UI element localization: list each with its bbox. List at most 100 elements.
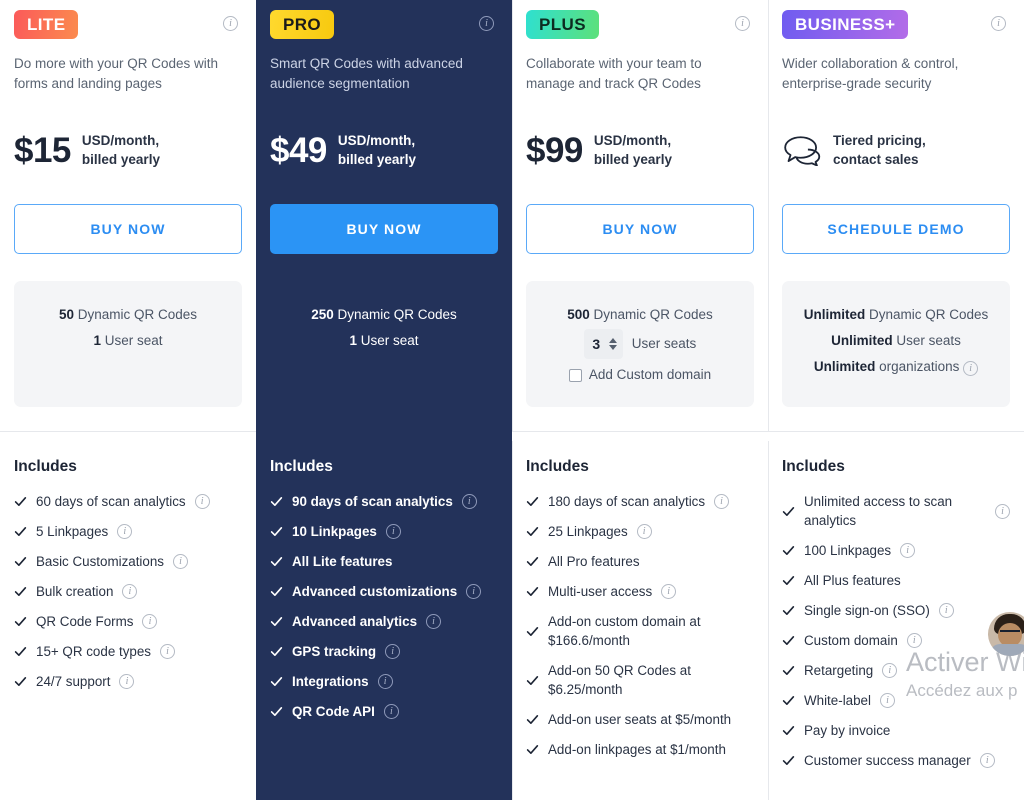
check-icon [526,555,539,568]
feature-item: 15+ QR code types i [14,642,242,661]
user-seats-value: 3 [592,336,601,352]
quota-info-icon[interactable]: i [963,361,979,376]
plan-badge-pro: PRO [270,10,335,39]
feature-item: 60 days of scan analytics i [14,492,242,511]
price-note: USD/month, billed yearly [338,131,416,169]
plan-info-icon[interactable]: i [223,16,238,31]
feature-info-icon[interactable]: i [938,603,954,618]
feature-info-icon[interactable]: i [466,584,482,599]
feature-info-icon[interactable]: i [122,584,138,599]
cta-button-lite[interactable]: BUY NOW [14,204,242,254]
feature-info-icon[interactable]: i [160,644,176,659]
plan-description: Collaborate with your team to manage and… [526,56,702,91]
user-seats-stepper[interactable]: 3 [583,329,623,359]
chevron-down-icon[interactable] [608,345,617,350]
feature-info-icon[interactable]: i [714,494,730,509]
feature-item: Custom domain i [782,631,1010,650]
price-note: USD/month, billed yearly [594,131,672,169]
price-note-line2: billed yearly [337,152,416,167]
check-icon [782,754,795,767]
chevron-up-icon[interactable] [608,338,617,343]
feature-item: QR Code API i [270,702,498,721]
feature-info-icon[interactable]: i [882,663,898,678]
plan-badge-lite: LITE [14,10,79,39]
check-icon [14,525,27,538]
feature-label: Advanced customizations [292,584,458,599]
feature-info-icon[interactable]: i [383,704,399,719]
includes-title: Includes [270,458,333,475]
quota-label: User seat [356,333,419,348]
feature-info-icon[interactable]: i [900,543,916,558]
custom-domain-row[interactable]: Add Custom domain [536,362,744,388]
feature-item: 90 days of scan analytics i [270,492,498,511]
feature-item: Bulk creation i [14,582,242,601]
speech-bubbles-icon [782,134,822,167]
feature-info-icon[interactable]: i [906,633,922,648]
cta-button-pro[interactable]: BUY NOW [270,204,498,254]
plan-description: Do more with your QR Codes with forms an… [14,56,219,91]
price-note: USD/month, billed yearly [82,131,160,169]
feature-info-icon[interactable]: i [426,614,442,629]
feature-item: 25 Linkpages i [526,522,754,541]
plan-info-icon[interactable]: i [991,16,1006,31]
feature-label: All Plus features [804,573,901,588]
price-row: $49 USD/month, billed yearly [270,131,416,169]
feature-item: All Pro features [526,552,754,571]
check-icon [14,555,27,568]
cta-button-business[interactable]: SCHEDULE DEMO [782,204,1010,254]
stepper-arrows[interactable] [608,338,617,350]
feature-item: 100 Linkpages i [782,541,1010,560]
feature-info-icon[interactable]: i [636,524,652,539]
feature-info-icon[interactable]: i [117,524,133,539]
feature-info-icon[interactable]: i [661,584,677,599]
feature-label: Add-on 50 QR Codes at $6.25/month [548,663,691,697]
feature-item: Unlimited access to scan analytics i [782,492,1010,530]
quota-line: 1 User seat [24,328,232,354]
custom-domain-checkbox[interactable] [568,368,582,382]
quota-label: User seats [892,333,961,348]
check-icon [526,495,539,508]
quota-value: Unlimited [803,307,866,322]
cta-button-plus[interactable]: BUY NOW [526,204,754,254]
feature-info-icon[interactable]: i [173,554,189,569]
feature-label: Add-on custom domain at $166.6/month [548,614,701,648]
feature-info-icon[interactable]: i [385,524,401,539]
badge-row: PRO i [270,10,498,40]
feature-item: 5 Linkpages i [14,522,242,541]
price-row: $15 USD/month, billed yearly [14,131,160,169]
feature-label: Add-on linkpages at $1/month [548,742,726,757]
feature-label: All Pro features [548,554,640,569]
price-note-line1: Tiered pricing, [833,133,926,148]
check-icon [526,625,539,638]
feature-info-icon[interactable]: i [995,503,1010,519]
badge-row: BUSINESS+ i [782,10,1010,40]
feature-info-icon[interactable]: i [119,674,135,689]
feature-info-icon[interactable]: i [461,494,477,509]
pricing-table: LITE i Do more with your QR Codes with for… [0,0,1024,800]
support-chat-avatar[interactable] [988,612,1024,656]
avatar-glasses-icon [1000,630,1020,636]
check-icon [526,713,539,726]
quota-label: Dynamic QR Codes [333,307,457,322]
plan-column-plus: PLUS i Collaborate with your team to manag… [512,0,768,800]
feature-label: All Lite features [292,554,393,569]
plan-info-icon[interactable]: i [735,16,750,31]
feature-item: Add-on custom domain at $166.6/month [526,612,754,650]
feature-info-icon[interactable]: i [879,693,895,708]
feature-info-icon[interactable]: i [194,494,210,509]
plan-badge-business: BUSINESS+ [782,10,909,39]
check-icon [14,675,27,688]
plan-info-icon[interactable]: i [479,16,494,31]
feature-label: QR Code Forms [36,614,134,629]
quota-label: Dynamic QR Codes [865,307,989,322]
feature-label: Unlimited access to scan analytics [804,494,953,528]
feature-info-icon[interactable]: i [979,753,995,768]
plan-column-pro: PRO i Smart QR Codes with advanced audienc… [256,0,512,800]
feature-info-icon[interactable]: i [142,614,158,629]
price-note-line2: contact sales [833,152,919,167]
feature-label: Customer success manager [804,753,971,768]
feature-info-icon[interactable]: i [377,674,393,689]
quota-label: User seat [100,333,163,348]
feature-info-icon[interactable]: i [385,644,401,659]
includes-title: Includes [782,458,845,475]
